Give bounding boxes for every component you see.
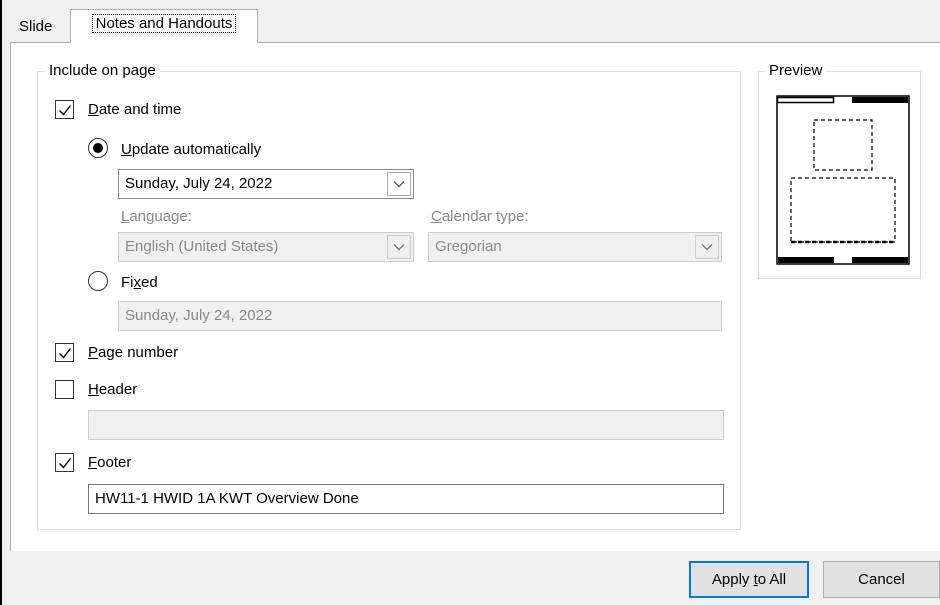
language-value: English (United States): [125, 238, 279, 255]
fixed-date-value: Sunday, July 24, 2022: [125, 307, 273, 324]
include-on-page-legend: Include on page: [45, 61, 160, 81]
notes-page-preview-icon: [776, 95, 910, 265]
date-format-dropdown[interactable]: Sunday, July 24, 2022: [118, 169, 414, 199]
update-automatically-label[interactable]: Update automatically: [121, 140, 261, 160]
window-border: [0, 0, 2, 605]
tab-label: Notes and Handouts: [91, 14, 237, 33]
footer-checkbox[interactable]: [55, 453, 74, 472]
page-number-checkbox[interactable]: [55, 343, 74, 362]
fixed-radio[interactable]: [88, 271, 108, 291]
apply-label-pre: Apply: [711, 571, 754, 588]
tab-slide[interactable]: Slide: [15, 13, 56, 40]
language-dropdown[interactable]: English (United States): [118, 232, 414, 262]
chevron-down-icon[interactable]: [387, 235, 411, 259]
chevron-down-icon[interactable]: [387, 172, 411, 196]
calendar-type-dropdown[interactable]: Gregorian: [428, 232, 722, 262]
checkmark-icon: [59, 348, 72, 359]
date-time-label[interactable]: Date and time: [88, 100, 181, 120]
header-field[interactable]: [88, 410, 724, 440]
radio-selected-dot: [93, 143, 103, 153]
footer-label[interactable]: Footer: [88, 453, 131, 473]
date-format-value: Sunday, July 24, 2022: [125, 175, 273, 192]
fixed-date-field[interactable]: Sunday, July 24, 2022: [118, 301, 722, 331]
footer-value: HW11-1 HWID 1A KWT Overview Done: [95, 490, 359, 507]
calendar-type-label: Calendar type:: [431, 208, 529, 225]
checkmark-icon: [59, 458, 72, 469]
calendar-type-value: Gregorian: [435, 238, 502, 255]
language-label: Language:: [121, 208, 192, 225]
update-automatically-radio[interactable]: [88, 138, 108, 158]
header-label[interactable]: Header: [88, 380, 137, 400]
cancel-button[interactable]: Cancel: [823, 561, 940, 598]
date-time-checkbox[interactable]: [55, 100, 74, 119]
page-number-label[interactable]: Page number: [88, 343, 178, 363]
tab-notes-and-handouts[interactable]: Notes and Handouts: [70, 9, 258, 43]
fixed-label[interactable]: Fixed: [121, 273, 158, 293]
apply-label-rest: o All: [757, 571, 787, 588]
cancel-label: Cancel: [858, 571, 905, 588]
header-checkbox[interactable]: [55, 380, 74, 399]
preview-thumbnail: [776, 95, 910, 265]
preview-legend: Preview: [765, 61, 827, 81]
chevron-down-icon[interactable]: [695, 235, 719, 259]
checkmark-icon: [59, 105, 72, 116]
apply-to-all-button[interactable]: Apply to All: [689, 561, 809, 598]
footer-field[interactable]: HW11-1 HWID 1A KWT Overview Done: [88, 484, 724, 514]
